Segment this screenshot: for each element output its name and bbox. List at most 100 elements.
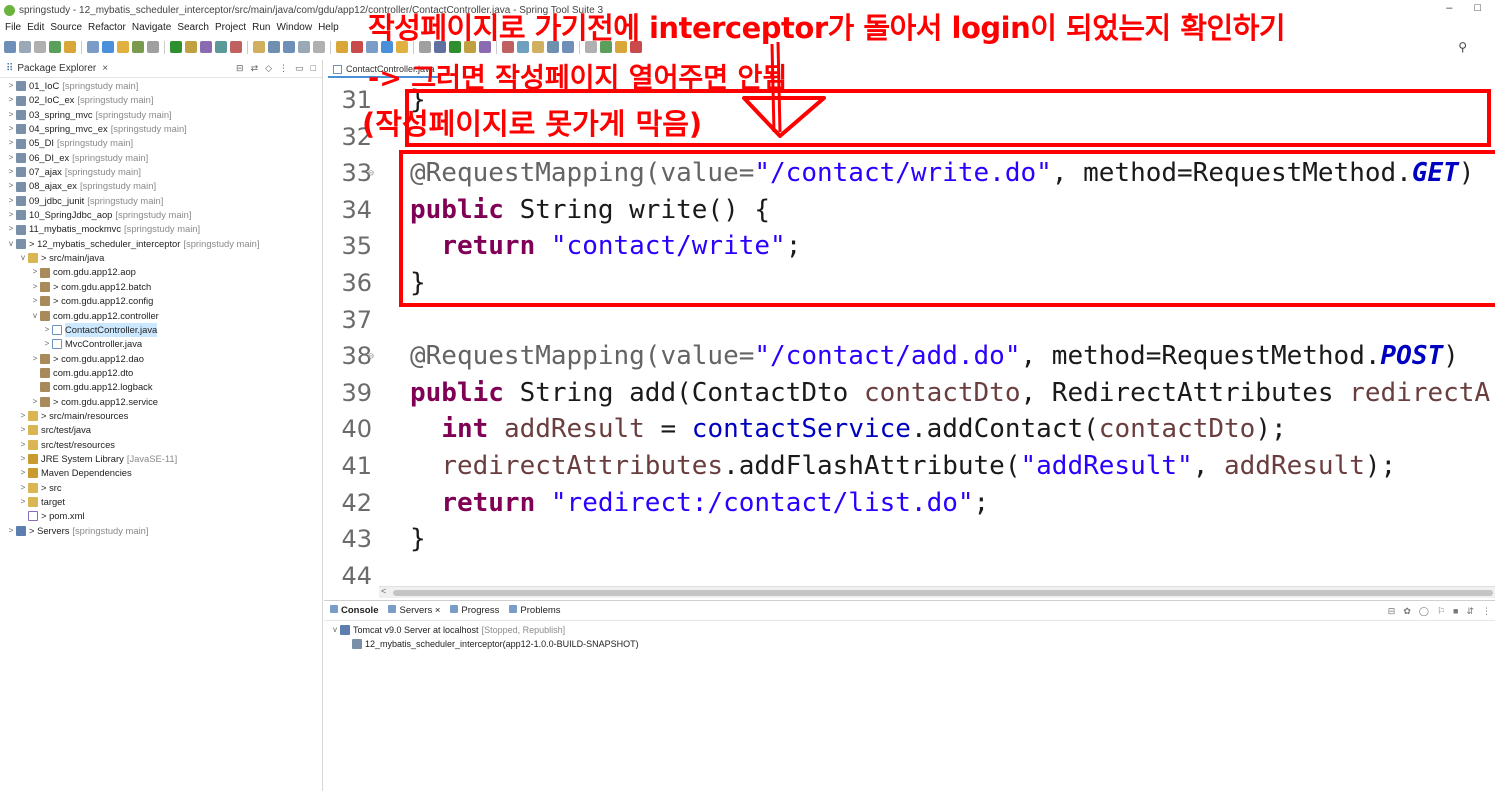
minimize-view-icon[interactable]: ▭: [295, 63, 304, 74]
tree-item[interactable]: > > com.gdu.app12.config: [0, 294, 323, 308]
tree-item[interactable]: >03_spring_mvc [springstudy main]: [0, 108, 323, 122]
tree-item[interactable]: >11_mybatis_mockmvc [springstudy main]: [0, 222, 323, 236]
tree-item[interactable]: >10_SpringJdbc_aop [springstudy main]: [0, 208, 323, 222]
chevron-right-icon[interactable]: >: [30, 395, 40, 409]
toolbar-button-icon[interactable]: [49, 41, 61, 53]
chevron-right-icon[interactable]: >: [6, 524, 16, 538]
server-module-row[interactable]: 12_mybatis_scheduler_interceptor(app12-1…: [330, 637, 639, 651]
chevron-right-icon[interactable]: >: [30, 294, 40, 308]
tab-console[interactable]: Console: [330, 605, 378, 616]
chevron-right-icon[interactable]: >: [18, 466, 28, 480]
chevron-right-icon[interactable]: >: [6, 151, 16, 165]
toolbar-button-icon[interactable]: [19, 41, 31, 53]
code-line[interactable]: 38 ⊖ @RequestMapping(value="/contact/add.d…: [324, 338, 1495, 375]
tab-problems[interactable]: Problems: [509, 605, 561, 616]
tree-item[interactable]: >08_ajax_ex [springstudy main]: [0, 179, 323, 193]
code-line[interactable]: 39 public String add(ContactDto contactDt…: [324, 375, 1495, 412]
tree-item[interactable]: >04_spring_mvc_ex [springstudy main]: [0, 122, 323, 136]
tree-item[interactable]: > src/test/java: [0, 423, 323, 437]
chevron-right-icon[interactable]: >: [6, 179, 16, 193]
tree-item[interactable]: v > 12_mybatis_scheduler_interceptor [spri…: [0, 237, 323, 251]
collapse-all-icon[interactable]: ⊟: [236, 63, 244, 74]
tree-item[interactable]: > src/test/resources: [0, 438, 323, 452]
chevron-right-icon[interactable]: >: [18, 495, 28, 509]
menu-item-edit[interactable]: Edit: [26, 20, 49, 37]
chevron-right-icon[interactable]: >: [18, 452, 28, 466]
toolbar-button-icon[interactable]: [87, 41, 99, 53]
chevron-right-icon[interactable]: >: [42, 337, 52, 351]
toolbar-button-icon[interactable]: [185, 41, 197, 53]
menu-item-refactor[interactable]: Refactor: [87, 20, 131, 37]
fold-toggle-icon[interactable]: ⊖: [368, 338, 374, 375]
toolbar-button-icon[interactable]: [132, 41, 144, 53]
chevron-right-icon[interactable]: >: [6, 165, 16, 179]
chevron-right-icon[interactable]: >: [30, 265, 40, 279]
tree-item[interactable]: >07_ajax [springstudy main]: [0, 165, 323, 179]
tree-item[interactable]: v > src/main/java: [0, 251, 323, 265]
menu-item-window[interactable]: Window: [275, 20, 317, 37]
code-line[interactable]: 42 return "redirect:/contact/list.do";: [324, 485, 1495, 522]
tree-item[interactable]: v com.gdu.app12.controller: [0, 309, 323, 323]
toolbar-button-icon[interactable]: [170, 41, 182, 53]
focus-icon[interactable]: ◇: [265, 63, 272, 74]
menu-item-search[interactable]: Search: [176, 20, 214, 37]
tree-item[interactable]: > > Servers [springstudy main]: [0, 524, 323, 538]
toolbar-button-icon[interactable]: [313, 41, 325, 53]
menu-item-navigate[interactable]: Navigate: [131, 20, 176, 37]
tree-item[interactable]: > com.gdu.app12.aop: [0, 265, 323, 279]
toolbar-button-icon[interactable]: [298, 41, 310, 53]
toolbar-button-icon[interactable]: [283, 41, 295, 53]
tree-item[interactable]: >09_jdbc_junit [springstudy main]: [0, 194, 323, 208]
chevron-down-icon[interactable]: v: [6, 237, 16, 251]
tree-item[interactable]: > > src/main/resources: [0, 409, 323, 423]
chevron-right-icon[interactable]: >: [6, 222, 16, 236]
menu-item-file[interactable]: File: [4, 20, 26, 37]
tree-item[interactable]: > ContactController.java: [0, 322, 323, 338]
chevron-down-icon[interactable]: v: [30, 309, 40, 323]
toolbar-button-icon[interactable]: [4, 41, 16, 53]
toolbar-button-icon[interactable]: [268, 41, 280, 53]
toolbar-button-icon[interactable]: [34, 41, 46, 53]
chevron-right-icon[interactable]: >: [6, 93, 16, 107]
tree-item[interactable]: > MvcController.java: [0, 337, 323, 351]
toolbar-button-icon[interactable]: [200, 41, 212, 53]
toolbar-button-icon[interactable]: [215, 41, 227, 53]
code-line[interactable]: 37: [324, 302, 1495, 339]
tree-item[interactable]: >01_IoC [springstudy main]: [0, 79, 323, 93]
code-line[interactable]: 41 redirectAttributes.addFlashAttribute(…: [324, 448, 1495, 485]
tab-servers[interactable]: Servers ×: [388, 605, 440, 616]
chevron-right-icon[interactable]: >: [6, 122, 16, 136]
chevron-right-icon[interactable]: >: [6, 79, 16, 93]
tree-item[interactable]: > JRE System Library [JavaSE-11]: [0, 452, 323, 466]
tree-item[interactable]: >05_DI [springstudy main]: [0, 136, 323, 150]
start-server-icon[interactable]: ✿: [1403, 606, 1411, 617]
chevron-down-icon[interactable]: v: [18, 251, 28, 265]
chevron-right-icon[interactable]: >: [6, 194, 16, 208]
tree-item[interactable]: com.gdu.app12.dto: [0, 366, 323, 380]
link-editor-icon[interactable]: ⇄: [251, 63, 259, 74]
profile-server-icon[interactable]: ⚐: [1437, 606, 1445, 617]
tree-item[interactable]: >02_IoC_ex [springstudy main]: [0, 93, 323, 107]
toolbar-button-icon[interactable]: [351, 41, 363, 53]
toolbar-button-icon[interactable]: [117, 41, 129, 53]
chevron-right-icon[interactable]: >: [18, 423, 28, 437]
stop-server-icon[interactable]: ■: [1453, 606, 1458, 617]
close-icon[interactable]: ×: [102, 63, 108, 74]
publish-icon[interactable]: ⇵: [1466, 606, 1474, 617]
chevron-right-icon[interactable]: >: [18, 409, 28, 423]
toolbar-button-icon[interactable]: [147, 41, 159, 53]
menu-item-source[interactable]: Source: [49, 20, 87, 37]
minimize-button[interactable]: –: [1446, 2, 1452, 14]
chevron-right-icon[interactable]: >: [30, 280, 40, 294]
tree-item[interactable]: > > com.gdu.app12.dao: [0, 352, 323, 366]
menu-item-help[interactable]: Help: [317, 20, 344, 37]
toolbar-button-icon[interactable]: [64, 41, 76, 53]
expand-chevron-icon[interactable]: v: [330, 623, 340, 637]
horizontal-scrollbar[interactable]: <: [379, 586, 1495, 598]
chevron-right-icon[interactable]: >: [6, 136, 16, 150]
debug-server-icon[interactable]: ⊟: [1388, 606, 1396, 617]
tree-item[interactable]: > pom.xml: [0, 509, 323, 523]
chevron-right-icon[interactable]: >: [18, 481, 28, 495]
run-server-icon[interactable]: ◯: [1419, 606, 1429, 617]
scrollbar-thumb[interactable]: [393, 590, 1493, 596]
